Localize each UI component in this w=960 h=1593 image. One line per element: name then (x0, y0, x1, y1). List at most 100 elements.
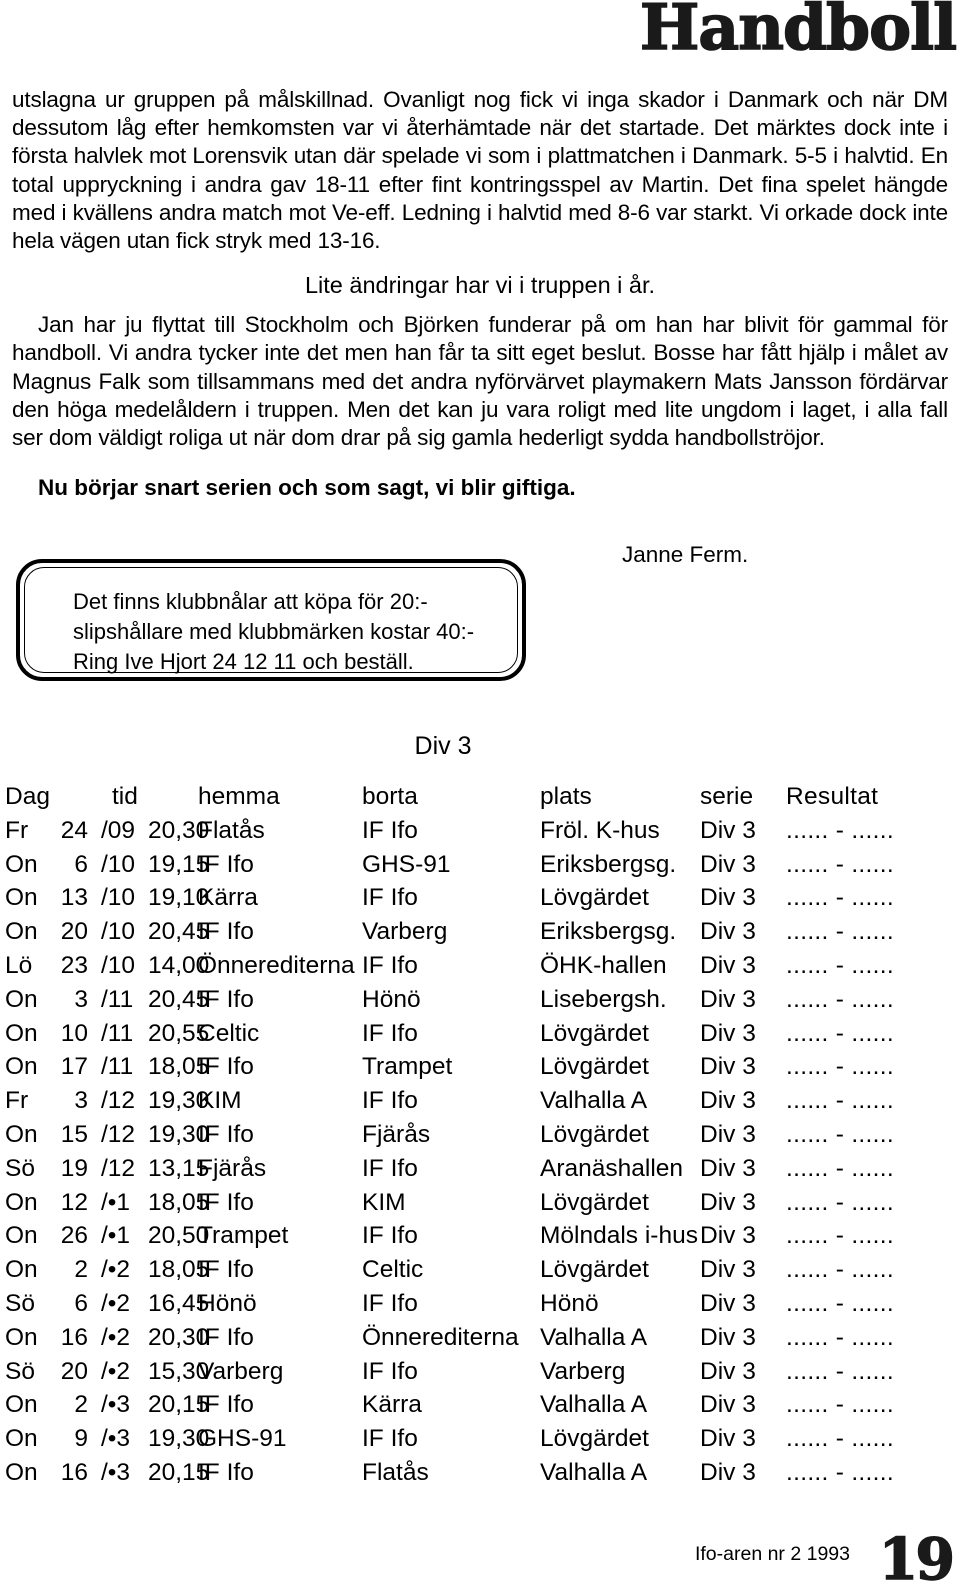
cell-day: 23 (60, 951, 88, 979)
cell-serie: Div 3 (700, 1222, 756, 1250)
cell-plats: Lisebergsh. (540, 985, 667, 1013)
cell-serie: Div 3 (700, 850, 756, 878)
cell-plats: Lövgärdet (540, 1053, 649, 1081)
cell-month: /12 (101, 1154, 136, 1182)
table-row: On 15/12 19,30 IF Ifo Fjärås Lövgärdet Div 3..… (0, 1120, 960, 1154)
table-row: On 6/10 19,15 IF Ifo GHS-91 Eriksbergsg. Div 3… (0, 850, 960, 884)
column-header-borta: borta (362, 783, 418, 810)
cell-resultat: ...... - ...... (786, 1188, 894, 1216)
table-row: On 26/•1 20,50 Trampet IF Ifo Mölndals i-hus D… (0, 1221, 960, 1255)
cell-serie: Div 3 (700, 1188, 756, 1216)
cell-hemma: IF Ifo (198, 1458, 254, 1486)
cell-borta: Kärra (362, 1391, 422, 1419)
cell-month: /10 (101, 951, 136, 979)
column-header-resultat: Resultat (786, 783, 879, 810)
cell-serie: Div 3 (700, 1391, 756, 1419)
cell-dag: Sö (5, 1357, 35, 1385)
cell-borta: IF Ifo (362, 1357, 418, 1385)
page-masthead-title: Handboll (639, 0, 958, 64)
column-header-plats: plats (540, 783, 592, 810)
cell-plats: Mölndals i-hus (540, 1222, 698, 1250)
article-body: utslagna ur gruppen på målskillnad. Ovan… (12, 86, 948, 502)
cell-month: /•2 (101, 1323, 131, 1351)
cell-day: 6 (74, 1289, 88, 1317)
cell-plats: Lövgärdet (540, 1256, 649, 1284)
table-row: On 2/•2 18,05 IF Ifo Celtic Lövgärdet Div 3...… (0, 1255, 960, 1289)
cell-resultat: ...... - ...... (786, 884, 894, 912)
cell-dag: On (5, 1053, 38, 1081)
cell-serie: Div 3 (700, 951, 756, 979)
cell-serie: Div 3 (700, 1289, 756, 1317)
cell-plats: ÖHK-hallen (540, 951, 667, 979)
cell-borta: Trampet (362, 1053, 453, 1081)
cell-serie: Div 3 (700, 918, 756, 946)
cell-month: /•3 (101, 1458, 131, 1486)
cell-hemma: Celtic (198, 1019, 260, 1047)
schedule-header-row: Dag tid hemma borta plats serie Resultat (0, 782, 960, 816)
cell-plats: Lövgärdet (540, 1188, 649, 1216)
cell-month: /•1 (101, 1222, 131, 1250)
cell-borta: IF Ifo (362, 1154, 418, 1182)
cell-serie: Div 3 (700, 1053, 756, 1081)
cell-dag: Lö (5, 951, 33, 979)
cell-resultat: ...... - ...... (786, 918, 894, 946)
cell-month: /•1 (101, 1188, 131, 1216)
cell-month: /10 (101, 884, 136, 912)
cell-dag: On (5, 918, 38, 946)
cell-hemma: Kärra (198, 884, 258, 912)
cell-borta: IF Ifo (362, 884, 418, 912)
column-header-dag: Dag (5, 783, 50, 810)
cell-hemma: KIM (198, 1087, 242, 1115)
cell-borta: GHS-91 (362, 850, 451, 878)
column-header-hemma: hemma (198, 783, 280, 810)
cell-hemma: Trampet (198, 1222, 289, 1250)
cell-resultat: ...... - ...... (786, 951, 894, 979)
cell-plats: Eriksbergsg. (540, 918, 677, 946)
notice-box: Det finns klubbnålar att köpa för 20:- s… (16, 559, 526, 681)
cell-borta: Flatås (362, 1458, 429, 1486)
article-paragraph-2: Jan har ju flyttat till Stockholm och Bj… (12, 312, 948, 451)
cell-plats: Valhalla A (540, 1391, 648, 1419)
table-row: Sö 20/•2 15,30 Varberg IF Ifo Varberg Div 3...… (0, 1357, 960, 1391)
cell-borta: Celtic (362, 1256, 424, 1284)
table-row: On 17/11 18,05 IF Ifo Trampet Lövgärdet Div 3.… (0, 1052, 960, 1086)
cell-resultat: ...... - ...... (786, 1357, 894, 1385)
cell-dag: On (5, 1458, 38, 1486)
cell-dag: On (5, 1120, 38, 1148)
cell-serie: Div 3 (700, 1120, 756, 1148)
cell-hemma: Önnerediterna (198, 951, 355, 979)
cell-resultat: ...... - ...... (786, 1425, 894, 1453)
cell-dag: On (5, 884, 38, 912)
cell-borta: Hönö (362, 985, 421, 1013)
cell-hemma: Hönö (198, 1289, 257, 1317)
cell-resultat: ...... - ...... (786, 1087, 894, 1115)
cell-day: 16 (60, 1323, 88, 1351)
cell-day: 16 (60, 1458, 88, 1486)
cell-day: 20 (60, 1357, 88, 1385)
table-row: Lö 23/10 14,00 Önnerediterna IF Ifo ÖHK-halle… (0, 951, 960, 985)
article-signature: Janne Ferm. (622, 542, 749, 567)
article-subheading: Lite ändringar har vi i truppen i år. (304, 272, 656, 299)
cell-plats: Hönö (540, 1289, 599, 1317)
cell-borta: Fjärås (362, 1120, 431, 1148)
footer-publication: Ifo-aren nr 2 1993 (694, 1543, 850, 1565)
cell-borta: IF Ifo (362, 1019, 418, 1047)
cell-month: /09 (101, 816, 136, 844)
table-row: Sö 6/•2 16,45 Hönö IF Ifo Hönö Div 3...... - .… (0, 1289, 960, 1323)
column-header-tid: tid (112, 783, 138, 810)
cell-month: /•2 (101, 1256, 131, 1284)
table-row: On 9/•3 19,30 GHS-91 IF Ifo Lövgärdet Div 3...… (0, 1424, 960, 1458)
cell-dag: On (5, 1256, 38, 1284)
cell-day: 20 (60, 918, 88, 946)
cell-serie: Div 3 (700, 1458, 756, 1486)
column-header-serie: serie (700, 783, 754, 810)
cell-borta: IF Ifo (362, 1222, 418, 1250)
cell-serie: Div 3 (700, 985, 756, 1013)
cell-plats: Varberg (540, 1357, 626, 1385)
cell-hemma: Fjärås (198, 1154, 267, 1182)
cell-hemma: Varberg (198, 1357, 284, 1385)
table-row: On 2/•3 20,15 IF Ifo Kärra Valhalla A Div 3...… (0, 1390, 960, 1424)
cell-serie: Div 3 (700, 816, 756, 844)
cell-dag: Sö (5, 1289, 35, 1317)
cell-day: 6 (74, 850, 88, 878)
